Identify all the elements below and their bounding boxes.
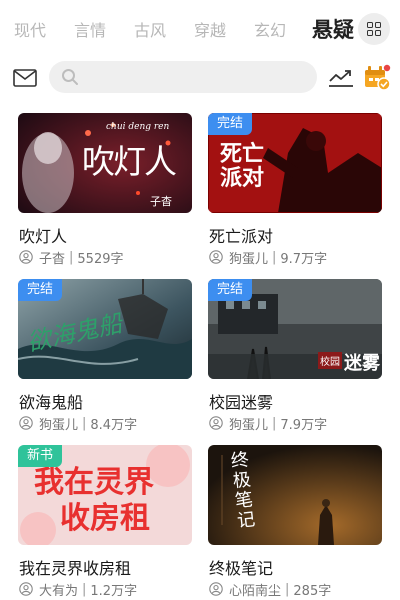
tab-romance[interactable]: 言情 bbox=[60, 17, 120, 41]
tab-modern[interactable]: 现代 bbox=[0, 17, 60, 41]
book-word-count: 7.9万字 bbox=[280, 417, 328, 433]
book-meta: 大有为 | 1.2万字 bbox=[19, 581, 138, 599]
book-meta: 狗蛋儿 | 8.4万字 bbox=[19, 415, 138, 433]
book-cover[interactable]: 欲海鬼船 完结 bbox=[18, 279, 192, 379]
book-meta: 狗蛋儿 | 7.9万字 bbox=[209, 415, 328, 433]
mail-icon[interactable] bbox=[13, 69, 37, 87]
tab-time-travel[interactable]: 穿越 bbox=[180, 17, 240, 41]
book-cover[interactable]: chui deng ren 吹灯人 子杳 bbox=[18, 113, 192, 213]
search-icon bbox=[62, 69, 78, 85]
status-badge: 完结 bbox=[208, 279, 253, 301]
book-cover[interactable]: 校园 迷雾 完结 bbox=[208, 279, 382, 379]
book-title[interactable]: 欲海鬼船 bbox=[19, 389, 83, 413]
book-title[interactable]: 校园迷雾 bbox=[209, 389, 273, 413]
meta-separator: | bbox=[272, 415, 277, 431]
book-word-count: 8.4万字 bbox=[90, 417, 138, 433]
status-badge: 完结 bbox=[18, 279, 63, 301]
book-title[interactable]: 我在灵界收房租 bbox=[19, 555, 131, 579]
trend-icon[interactable] bbox=[328, 68, 354, 88]
user-icon bbox=[19, 582, 33, 596]
search-row bbox=[0, 60, 400, 96]
book-author: 狗蛋儿 bbox=[229, 417, 269, 433]
user-icon bbox=[19, 250, 33, 264]
user-icon bbox=[209, 416, 223, 430]
book-cover[interactable]: 终极笔记 bbox=[208, 445, 382, 545]
book-author: 狗蛋儿 bbox=[39, 417, 79, 433]
book-word-count: 9.7万字 bbox=[280, 251, 328, 267]
book-word-count: 1.2万字 bbox=[90, 583, 138, 599]
book-author: 心陌南尘 bbox=[229, 583, 282, 599]
meta-separator: | bbox=[82, 581, 87, 597]
book-author: 狗蛋儿 bbox=[229, 251, 269, 267]
search-input[interactable] bbox=[49, 61, 317, 93]
book-cover[interactable]: 死亡 派对 完结 bbox=[208, 113, 382, 213]
book-author: 子杳 bbox=[39, 251, 66, 267]
meta-separator: | bbox=[82, 415, 87, 431]
book-author: 大有为 bbox=[39, 583, 79, 599]
category-tabs: 现代 言情 古风 穿越 玄幻 悬疑 bbox=[0, 0, 400, 58]
user-icon bbox=[209, 582, 223, 596]
tab-mystery[interactable]: 悬疑 bbox=[300, 14, 366, 44]
book-word-count: 5529字 bbox=[77, 251, 124, 267]
book-meta: 子杳 | 5529字 bbox=[19, 249, 124, 267]
meta-separator: | bbox=[285, 581, 290, 597]
book-title[interactable]: 吹灯人 bbox=[19, 223, 67, 247]
tab-ancient[interactable]: 古风 bbox=[120, 17, 180, 41]
book-word-count: 285字 bbox=[293, 583, 332, 599]
user-icon bbox=[209, 250, 223, 264]
calendar-icon[interactable] bbox=[363, 64, 391, 92]
meta-separator: | bbox=[69, 249, 74, 265]
tab-fantasy[interactable]: 玄幻 bbox=[240, 17, 300, 41]
status-badge: 新书 bbox=[18, 445, 63, 467]
grid-icon[interactable] bbox=[358, 13, 390, 45]
book-meta: 狗蛋儿 | 9.7万字 bbox=[209, 249, 328, 267]
book-cover[interactable]: 我在灵界 收房租 新书 bbox=[18, 445, 192, 545]
user-icon bbox=[19, 416, 33, 430]
meta-separator: | bbox=[272, 249, 277, 265]
book-title[interactable]: 死亡派对 bbox=[209, 223, 273, 247]
book-meta: 心陌南尘 | 285字 bbox=[209, 581, 332, 599]
book-title[interactable]: 终极笔记 bbox=[209, 555, 273, 579]
status-badge: 完结 bbox=[208, 113, 253, 135]
